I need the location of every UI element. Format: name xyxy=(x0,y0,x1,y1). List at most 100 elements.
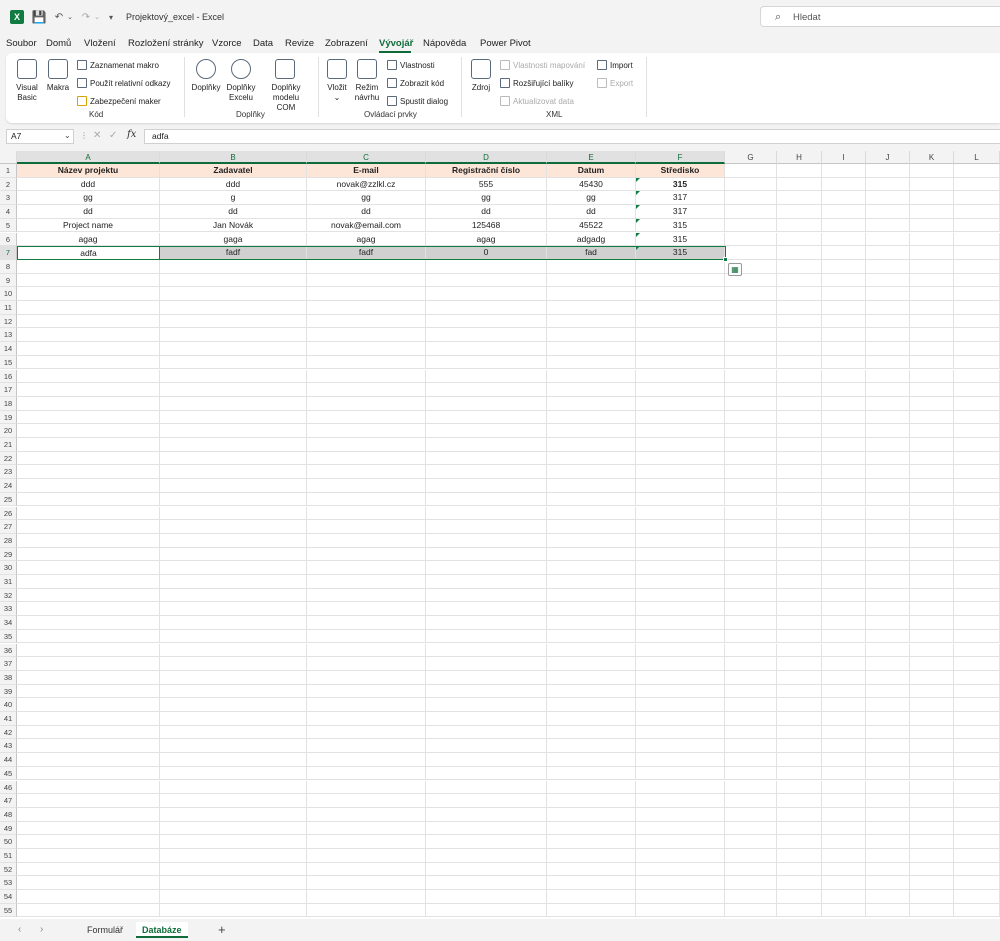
row-header[interactable]: 23 xyxy=(0,465,17,480)
grid-cell[interactable] xyxy=(636,561,725,575)
grid-cell[interactable] xyxy=(777,218,822,233)
grid-cell[interactable] xyxy=(547,725,636,740)
grid-cell[interactable] xyxy=(822,698,866,712)
grid-cell[interactable] xyxy=(160,547,307,562)
grid-cell[interactable] xyxy=(160,342,307,356)
grid-cell[interactable] xyxy=(426,616,547,630)
row-header[interactable]: 3 xyxy=(0,191,17,206)
grid-cell[interactable] xyxy=(777,424,822,438)
error-indicator-icon[interactable] xyxy=(636,205,640,210)
grid-cell[interactable] xyxy=(954,835,1000,849)
grid-cell[interactable] xyxy=(636,890,725,904)
grid-cell[interactable] xyxy=(17,670,160,685)
grid-cell[interactable] xyxy=(160,383,307,397)
grid-cell[interactable] xyxy=(426,862,547,877)
grid-cell[interactable] xyxy=(547,314,636,329)
grid-cell[interactable]: 317 xyxy=(636,205,725,219)
row-header[interactable]: 19 xyxy=(0,410,17,425)
row-header[interactable]: 45 xyxy=(0,766,17,781)
row-header[interactable]: 13 xyxy=(0,328,17,343)
grid-cell[interactable] xyxy=(866,903,910,918)
grid-cell[interactable] xyxy=(160,369,307,384)
grid-cell[interactable] xyxy=(725,794,777,808)
grid-cell[interactable] xyxy=(547,438,636,452)
grid-cell[interactable] xyxy=(547,849,636,863)
row-header[interactable]: 52 xyxy=(0,862,17,877)
grid-cell[interactable] xyxy=(910,506,954,521)
header-cell[interactable]: E-mail xyxy=(307,164,426,178)
grid-cell[interactable] xyxy=(307,479,426,493)
grid-cell[interactable] xyxy=(426,369,547,384)
grid-cell[interactable] xyxy=(910,451,954,466)
grid-cell[interactable] xyxy=(17,342,160,356)
grid-cell[interactable] xyxy=(954,342,1000,356)
grid-cell[interactable] xyxy=(426,903,547,918)
grid-cell[interactable] xyxy=(954,725,1000,740)
grid-cell[interactable] xyxy=(307,533,426,548)
grid-cell[interactable] xyxy=(866,698,910,712)
grid-cell[interactable] xyxy=(636,314,725,329)
grid-cell[interactable] xyxy=(910,369,954,384)
grid-cell[interactable]: ddd xyxy=(17,177,160,192)
grid-cell[interactable] xyxy=(307,725,426,740)
grid-cell[interactable] xyxy=(307,328,426,343)
grid-cell[interactable] xyxy=(307,684,426,699)
grid-cell[interactable] xyxy=(426,424,547,438)
tab-revize[interactable]: Revize xyxy=(285,38,314,49)
grid-cell[interactable] xyxy=(725,191,777,206)
grid-cell[interactable] xyxy=(866,438,910,452)
grid-cell[interactable] xyxy=(636,753,725,767)
grid-cell[interactable] xyxy=(777,862,822,877)
grid-cell[interactable] xyxy=(725,232,777,247)
grid-cell[interactable] xyxy=(160,533,307,548)
grid-cell[interactable] xyxy=(160,259,307,274)
grid-cell[interactable] xyxy=(910,684,954,699)
grid-cell[interactable] xyxy=(636,342,725,356)
grid-cell[interactable] xyxy=(307,369,426,384)
grid-cell[interactable] xyxy=(910,287,954,301)
grid-cell[interactable] xyxy=(910,301,954,315)
grid-cell[interactable] xyxy=(17,766,160,781)
grid-cell[interactable]: 315 xyxy=(636,246,725,260)
grid-cell[interactable] xyxy=(954,602,1000,617)
grid-cell[interactable] xyxy=(547,821,636,836)
grid-cell[interactable]: 317 xyxy=(636,191,725,206)
grid-cell[interactable]: dd xyxy=(547,205,636,219)
grid-cell[interactable] xyxy=(822,629,866,644)
undo-icon[interactable]: ↶ xyxy=(53,10,65,24)
grid-cell[interactable] xyxy=(307,588,426,603)
grid-cell[interactable] xyxy=(954,903,1000,918)
row-header[interactable]: 26 xyxy=(0,506,17,521)
grid-cell[interactable] xyxy=(954,465,1000,480)
grid-cell[interactable] xyxy=(777,739,822,754)
grid-cell[interactable] xyxy=(725,164,777,178)
grid-cell[interactable] xyxy=(777,246,822,260)
grid-cell[interactable] xyxy=(307,424,426,438)
grid-cell[interactable] xyxy=(160,355,307,370)
grid-cell[interactable] xyxy=(822,712,866,726)
import-button[interactable]: Import xyxy=(597,59,633,71)
grid-cell[interactable] xyxy=(636,492,725,507)
row-header[interactable]: 34 xyxy=(0,616,17,630)
grid-cell[interactable] xyxy=(17,588,160,603)
grid-cell[interactable] xyxy=(725,780,777,795)
column-header-j[interactable]: J xyxy=(866,151,910,164)
grid-cell[interactable] xyxy=(636,821,725,836)
grid-cell[interactable] xyxy=(17,890,160,904)
grid-cell[interactable] xyxy=(954,862,1000,877)
grid-cell[interactable] xyxy=(160,479,307,493)
row-header[interactable]: 17 xyxy=(0,383,17,397)
grid-cell[interactable] xyxy=(866,191,910,206)
grid-cell[interactable] xyxy=(17,575,160,589)
grid-cell[interactable] xyxy=(636,849,725,863)
grid-cell[interactable] xyxy=(17,328,160,343)
grid-cell[interactable] xyxy=(866,602,910,617)
xml-source-button[interactable]: Zdroj xyxy=(466,83,496,93)
grid-cell[interactable] xyxy=(954,328,1000,343)
grid-cell[interactable] xyxy=(954,643,1000,658)
grid-cell[interactable] xyxy=(636,273,725,288)
grid-cell[interactable] xyxy=(954,383,1000,397)
grid-cell[interactable] xyxy=(954,218,1000,233)
grid-cell[interactable] xyxy=(777,396,822,411)
grid-cell[interactable] xyxy=(636,575,725,589)
